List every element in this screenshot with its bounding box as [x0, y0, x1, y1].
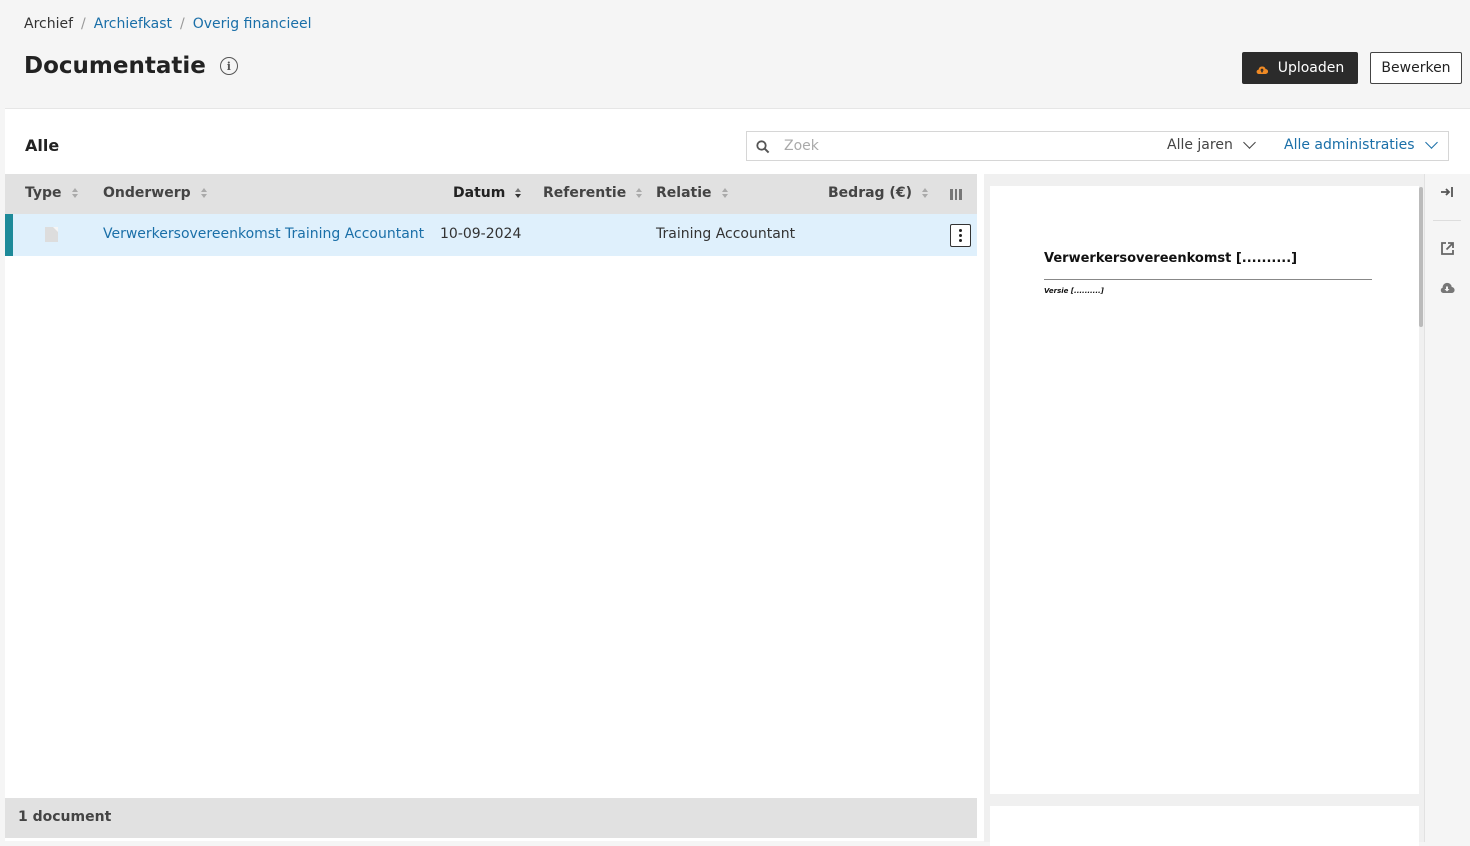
column-header-amount[interactable]: Bedrag (€) — [828, 185, 928, 201]
column-header-type[interactable]: Type — [25, 185, 78, 201]
preview-divider — [1044, 279, 1372, 280]
search-input[interactable] — [784, 138, 1144, 154]
table-row[interactable]: Verwerkersovereenkomst Training Accounta… — [5, 214, 977, 256]
breadcrumb: Archief / Archiefkast / Overig financiee… — [24, 16, 311, 32]
chevron-down-icon — [1242, 136, 1256, 149]
preview-doc-version: Versie [..........] — [1044, 287, 1104, 295]
table-footer: 1 document — [5, 798, 977, 838]
document-count: 1 document — [18, 809, 112, 825]
breadcrumb-link-archiefkast[interactable]: Archiefkast — [94, 16, 172, 32]
column-header-subject[interactable]: Onderwerp — [103, 185, 207, 201]
sort-icon — [200, 188, 207, 198]
column-header-label: Onderwerp — [103, 185, 191, 201]
breadcrumb-separator: / — [180, 16, 185, 32]
collapse-panel-icon[interactable] — [1437, 182, 1457, 202]
preview-page-next — [990, 806, 1419, 846]
file-icon — [45, 227, 58, 242]
column-header-label: Type — [25, 185, 62, 201]
column-header-label: Relatie — [656, 185, 712, 201]
row-subject-link[interactable]: Verwerkersovereenkomst Training Accounta… — [103, 226, 424, 242]
column-header-date[interactable]: Datum — [453, 185, 522, 201]
cloud-upload-icon — [1256, 63, 1268, 75]
upload-button[interactable]: Uploaden — [1242, 52, 1358, 84]
column-header-reference[interactable]: Referentie — [543, 185, 643, 201]
preview-doc-title: Verwerkersovereenkomst [..........] — [1044, 251, 1298, 266]
column-header-label: Referentie — [543, 185, 627, 201]
dot-icon — [959, 234, 962, 237]
sort-icon — [721, 188, 728, 198]
cloud-download-icon[interactable] — [1437, 278, 1457, 298]
sort-icon — [71, 188, 78, 198]
title-row: Documentatie i — [24, 53, 238, 79]
sort-descending-icon — [515, 188, 522, 198]
search-icon — [756, 139, 770, 154]
preview-toolbar — [1424, 174, 1470, 842]
administrations-dropdown[interactable]: Alle administraties — [1284, 136, 1438, 153]
top-bar: Archief / Archiefkast / Overig financiee… — [0, 0, 1470, 108]
columns-settings-icon[interactable] — [950, 189, 962, 200]
document-preview[interactable]: Verwerkersovereenkomst [..........] Vers… — [984, 174, 1424, 846]
column-header-relation[interactable]: Relatie — [656, 185, 728, 201]
table-header: Type Onderwerp Datum Referentie Relatie … — [5, 174, 977, 214]
sort-icon — [636, 188, 643, 198]
upload-button-label: Uploaden — [1277, 60, 1345, 76]
administrations-dropdown-label: Alle administraties — [1284, 137, 1415, 153]
preview-scrollbar[interactable] — [1419, 187, 1423, 327]
dot-icon — [959, 229, 962, 232]
search-bar: Alle jaren Alle administraties — [746, 131, 1449, 161]
document-panel: Alle Alle jaren Alle administraties Type… — [5, 108, 1470, 846]
column-header-label: Bedrag (€) — [828, 185, 912, 201]
dot-icon — [959, 239, 962, 242]
edit-button[interactable]: Bewerken — [1370, 52, 1462, 84]
page-title: Documentatie — [24, 53, 206, 79]
breadcrumb-separator: / — [81, 16, 86, 32]
years-dropdown[interactable]: Alle jaren — [1167, 136, 1256, 153]
years-dropdown-label: Alle jaren — [1167, 137, 1233, 153]
preview-page: Verwerkersovereenkomst [..........] Vers… — [990, 186, 1419, 794]
row-more-menu-button[interactable] — [950, 224, 971, 247]
row-relation: Training Accountant — [656, 226, 796, 242]
row-date: 10-09-2024 — [440, 226, 522, 242]
sort-icon — [921, 188, 928, 198]
column-header-label: Datum — [453, 185, 506, 201]
toolbar-divider — [1433, 220, 1461, 221]
info-icon[interactable]: i — [219, 57, 238, 75]
breadcrumb-link-overig-financieel[interactable]: Overig financieel — [193, 16, 312, 32]
filter-title: Alle — [25, 136, 60, 155]
breadcrumb-root: Archief — [24, 16, 74, 32]
chevron-down-icon — [1424, 136, 1438, 149]
open-external-icon[interactable] — [1437, 238, 1457, 258]
row-selection-indicator — [5, 214, 13, 256]
